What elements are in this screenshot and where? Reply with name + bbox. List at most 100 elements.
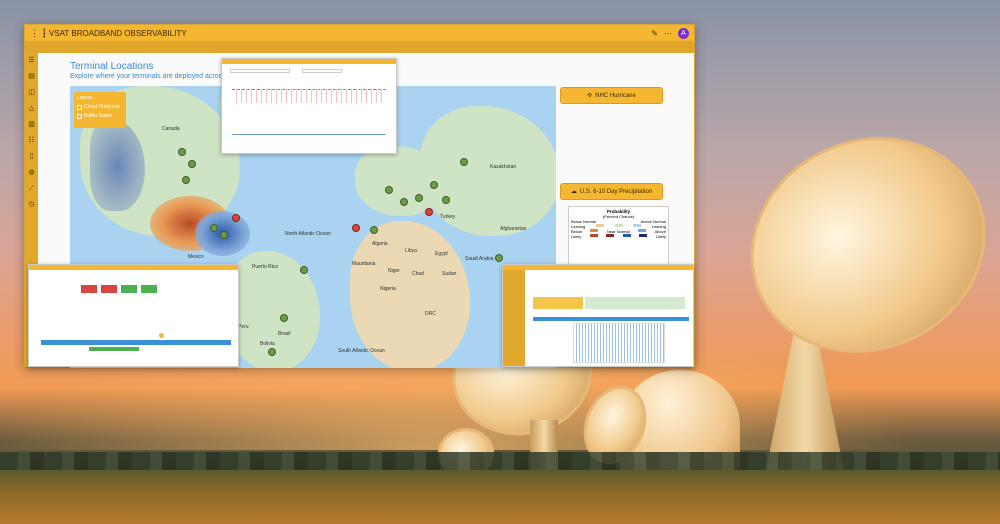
- terminal-marker[interactable]: [178, 148, 186, 156]
- checkbox-icon[interactable]: [77, 104, 82, 110]
- map-label: Peru: [238, 324, 249, 330]
- prob-likely-label-right: Likely: [655, 234, 666, 239]
- nhc-hurricane-button[interactable]: ✣ NHC Hurricane: [560, 87, 663, 104]
- map-label: Mexico: [188, 254, 204, 260]
- terminal-marker-alert[interactable]: [352, 224, 360, 232]
- map-label: Afghanistan: [500, 226, 527, 232]
- app-grid-icon[interactable]: ⋮⋮: [30, 28, 48, 39]
- page-title: Terminal Locations: [70, 61, 154, 72]
- swatch: [622, 234, 631, 237]
- swatch: [633, 224, 642, 227]
- overlay-title-bar: [29, 265, 238, 270]
- terminal-marker-alert[interactable]: [232, 214, 240, 222]
- map-label: Canada: [162, 126, 180, 132]
- probability-legend: Probability (Percent Chance) Below Norma…: [568, 206, 669, 270]
- list-icon[interactable]: ☷: [25, 133, 38, 149]
- map-label: Puerto Rico: [252, 264, 279, 270]
- more-icon[interactable]: ⋯: [664, 29, 672, 38]
- document-icon[interactable]: ▯: [25, 149, 38, 165]
- signal-metrics-overlay[interactable]: [502, 264, 694, 367]
- metrics-row-green: [585, 297, 685, 309]
- title-bar: ⋮⋮ VSAT BROADBAND OBSERVABILITY ✎ ⋯ A: [25, 25, 694, 41]
- map-label: North Atlantic Ocean: [285, 231, 331, 237]
- dashboard-icon[interactable]: ▤: [25, 69, 38, 85]
- map-label: Kazakhstan: [490, 164, 517, 170]
- terminal-marker[interactable]: [280, 314, 288, 322]
- terminal-marker[interactable]: [442, 196, 450, 204]
- dashboard-status-green: [121, 285, 137, 293]
- trend-icon[interactable]: ⟋: [25, 181, 38, 197]
- map-label: Sudan: [442, 271, 457, 277]
- avatar[interactable]: A: [678, 27, 689, 39]
- overlay-title-bar: [222, 59, 396, 64]
- overlay-field: [302, 69, 342, 73]
- map-label: Nigeria: [380, 286, 396, 292]
- swatch: [595, 224, 604, 227]
- signal-line: [232, 119, 386, 135]
- terminal-marker[interactable]: [415, 194, 423, 202]
- hurricane-icon: ✣: [587, 93, 593, 99]
- precipitation-button[interactable]: ☁ U.S. 6-10 Day Precipitation: [560, 183, 663, 200]
- globe-icon[interactable]: ◍: [25, 165, 38, 181]
- terminal-marker-alert[interactable]: [425, 208, 433, 216]
- terminal-marker[interactable]: [220, 231, 228, 239]
- map-label: Egypt: [435, 251, 448, 257]
- map-label: Libya: [405, 248, 417, 254]
- checkbox-icon[interactable]: [77, 113, 82, 119]
- cloud-icon: ☁: [570, 189, 577, 195]
- swatch: [639, 234, 648, 237]
- map-label: Algeria: [372, 241, 388, 247]
- menu-icon[interactable]: ☰: [25, 53, 38, 69]
- signal-wave-chart: [232, 89, 386, 103]
- terminal-marker[interactable]: [430, 181, 438, 189]
- alert-icon[interactable]: △: [25, 101, 38, 117]
- swatch: [638, 229, 647, 232]
- swatch: [589, 234, 598, 237]
- terminal-marker[interactable]: [210, 224, 218, 232]
- terminal-marker[interactable]: [400, 198, 408, 206]
- clock-icon[interactable]: ◷: [25, 197, 38, 213]
- terminal-marker[interactable]: [495, 254, 503, 262]
- swatch: [590, 229, 599, 232]
- layers-icon[interactable]: ◫: [25, 85, 38, 101]
- signal-chart-overlay[interactable]: [221, 58, 397, 154]
- africa: [350, 221, 470, 368]
- metrics-row-yellow: [533, 297, 583, 309]
- title-separator: [44, 28, 45, 38]
- legend-item-hurricane[interactable]: Cloud Hurricane: [77, 104, 123, 110]
- signal-rate-chart: [573, 323, 665, 363]
- terminal-marker[interactable]: [370, 226, 378, 234]
- map-label: DRC: [425, 311, 436, 317]
- legend-item-label: Cloud Hurricane: [84, 104, 121, 110]
- legend-item-buffer[interactable]: Buffer Dates: [77, 113, 123, 119]
- terminal-marker[interactable]: [188, 160, 196, 168]
- map-label: Bolivia: [260, 341, 275, 347]
- terminal-marker[interactable]: [385, 186, 393, 194]
- overlay-title-bar: [503, 265, 693, 270]
- dashboard-status-red2: [101, 285, 117, 293]
- overlay-field: [230, 69, 290, 73]
- swatch: [606, 234, 615, 237]
- grass-field: [0, 470, 1000, 524]
- nhc-button-label: NHC Hurricane: [595, 92, 636, 99]
- edit-icon[interactable]: ✎: [651, 29, 658, 38]
- legend-item-label: Buffer Dates: [84, 113, 112, 119]
- terminal-marker[interactable]: [268, 348, 276, 356]
- terminal-dashboard-overlay[interactable]: [28, 264, 239, 367]
- dashboard-status-green2: [141, 285, 157, 293]
- swatch: [614, 224, 623, 227]
- toolbar: [25, 41, 694, 53]
- map-label: South Atlantic Ocean: [338, 348, 385, 354]
- terminal-marker[interactable]: [182, 176, 190, 184]
- terminal-marker[interactable]: [300, 266, 308, 274]
- metrics-chart-title: [533, 317, 689, 321]
- precip-button-label: U.S. 6-10 Day Precipitation: [579, 188, 653, 195]
- chart-icon[interactable]: ▥: [25, 117, 38, 133]
- dashboard-progress: [89, 347, 139, 351]
- terminal-marker[interactable]: [460, 158, 468, 166]
- prob-row: Likely Likely: [571, 234, 666, 239]
- map-label: Turkey: [440, 214, 456, 220]
- dashboard-table-header: [41, 340, 231, 345]
- legend-title: Layers: [77, 95, 93, 101]
- map-label: Chad: [412, 271, 424, 277]
